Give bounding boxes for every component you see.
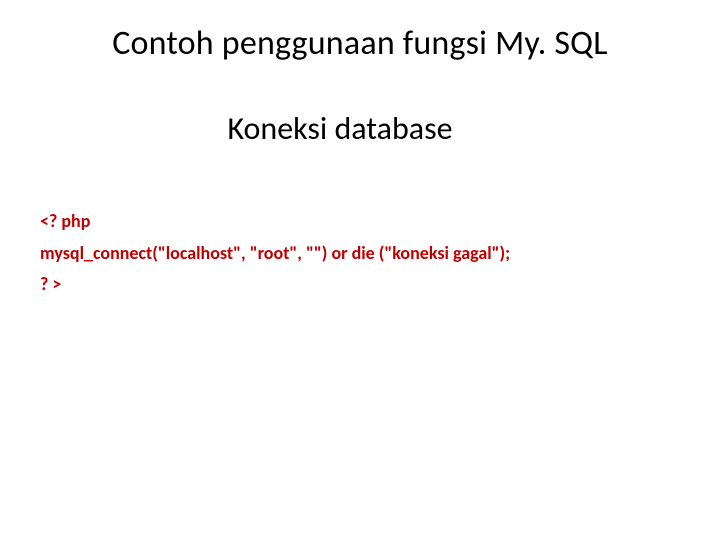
code-line-3: ? > — [40, 269, 680, 301]
code-line-2: mysql_connect("localhost", "root", "") o… — [40, 238, 680, 270]
code-line-1: <? php — [40, 206, 680, 238]
slide-title: Contoh penggunaan fungsi My. SQL — [40, 23, 680, 64]
code-block: <? php mysql_connect("localhost", "root"… — [40, 206, 680, 301]
slide-subtitle: Koneksi database — [0, 109, 680, 148]
slide-container: Contoh penggunaan fungsi My. SQL Koneksi… — [0, 0, 720, 540]
